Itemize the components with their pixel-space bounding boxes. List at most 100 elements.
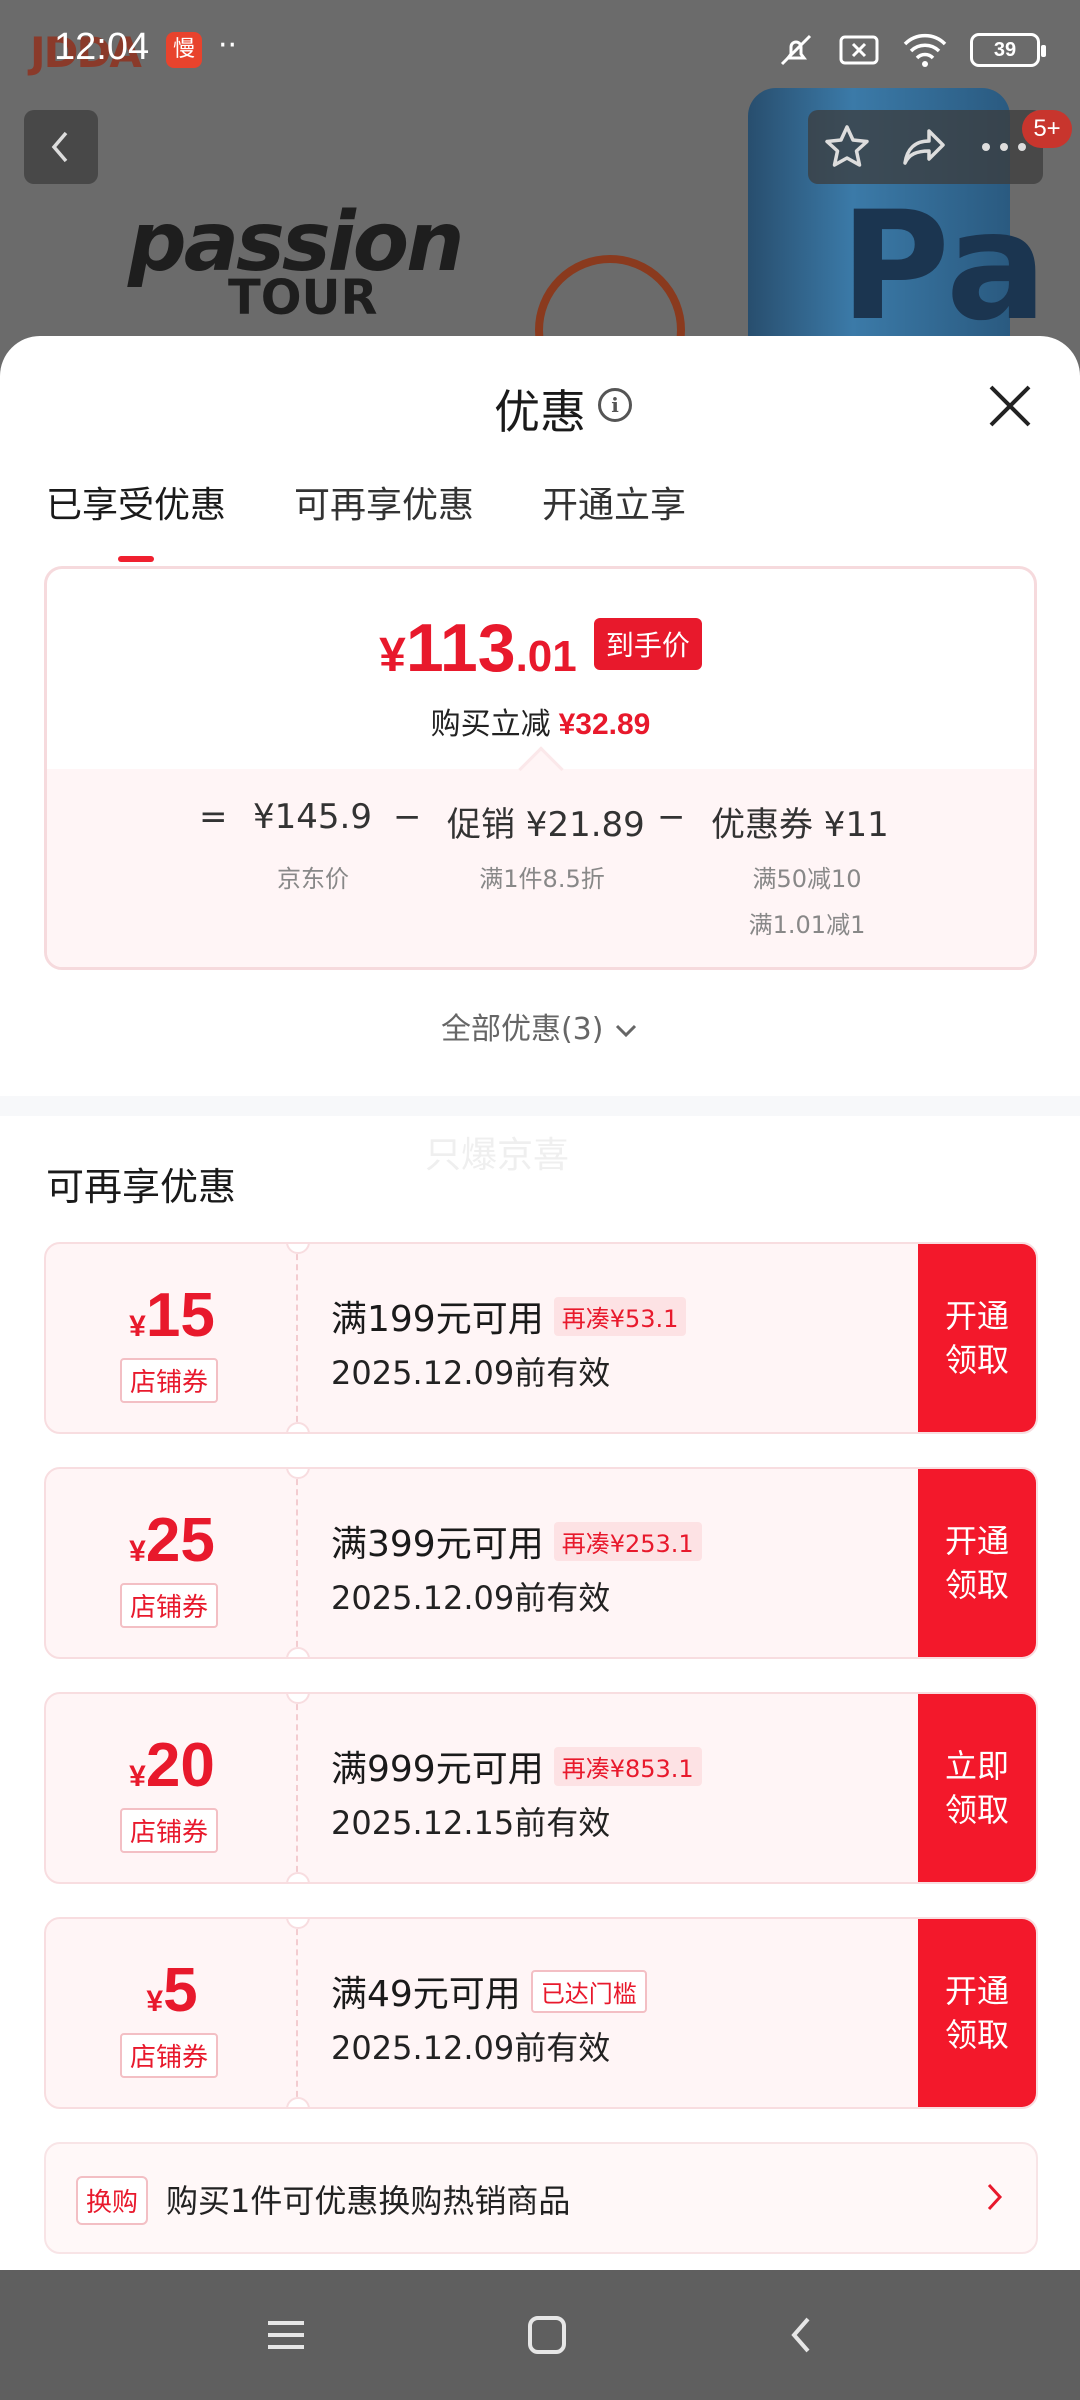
menu-nav-icon[interactable] [264,2315,308,2355]
all-offers-toggle[interactable]: 全部优惠(3) [0,1004,1080,1048]
coupon-type: 店铺券 [120,1808,219,1853]
final-price-amount: 113 [405,610,516,686]
status-icons: 39 [776,30,1046,70]
base-price-label: 京东价 [277,865,349,893]
coupon-type: 店铺券 [120,2033,219,2078]
minus-sign: − [393,797,422,837]
coupon-condition: 满49元可用 已达门槛 [331,1965,647,2017]
close-icon[interactable] [985,381,1035,431]
message-badge: 5+ [1022,110,1072,148]
minus-sign: − [657,797,686,837]
swap-text: 购买1件可优惠换购热销商品 [166,2182,571,2220]
sim-off-icon [839,35,879,65]
saving-value: ¥32.89 [558,708,651,741]
coupon-label: 满1.01减1 [748,911,866,939]
chevron-down-icon [615,1024,637,1038]
coupon-condition: 满199元可用 再凑¥53.1 [331,1290,687,1342]
coupon-number: 5 [163,1956,198,2025]
coupon-yen: ¥ [129,1760,146,1793]
coupon-extra: 已达门槛 [530,1970,647,2013]
coupon-extra: 再凑¥853.1 [553,1747,702,1786]
coupon-condition-text: 满999元可用 [331,1749,544,1790]
final-price-decimal: .01 [515,632,577,681]
coupon-amount: ¥5 [46,1955,298,2026]
coupon-condition-text: 满399元可用 [331,1524,544,1565]
coupon-notch [286,1872,310,1882]
base-price: ¥145.9 [253,797,372,837]
coupon-date: 2025.12.15前有效 [331,1804,611,1842]
product-can-text: Pa [840,180,1048,354]
more-icon[interactable] [978,137,1030,157]
home-nav-icon[interactable] [526,2314,568,2356]
coupon-card: ¥15 店铺券 满199元可用 再凑¥53.1 2025.12.09前有效 开通领… [44,1242,1038,1434]
claim-line1: 立即 [944,1747,1009,1785]
discount-sheet: 优惠 已享受优惠 可再享优惠 开通立享 ¥113.01 到手价 购买立减¥32.… [0,336,1080,2270]
coupon-notch [286,1647,310,1657]
back-nav-icon[interactable] [786,2313,816,2357]
claim-line2: 领取 [944,1566,1009,1604]
coupon-condition-text: 满199元可用 [331,1299,544,1340]
claim-line2: 领取 [944,2016,1009,2054]
equals-sign: = [199,797,228,837]
coupon-amount: ¥20 [46,1730,298,1801]
promo-label: 满1件8.5折 [479,865,605,893]
swap-tag: 换购 [76,2176,149,2225]
coupon-card: ¥25 店铺券 满399元可用 再凑¥253.1 2025.12.09前有效 开通… [44,1467,1038,1659]
back-button[interactable] [24,110,98,184]
product-image-subtext: TOUR [228,270,378,326]
status-dots: ·· [218,28,238,63]
sheet-title: 优惠 [494,385,586,439]
coupon-claim-button[interactable]: 开通 领取 [918,1919,1036,2107]
claim-line1: 开通 [944,1297,1009,1335]
coupon-number: 25 [145,1506,215,1575]
swap-offer-row[interactable]: 换购 购买1件可优惠换购热销商品 [44,2142,1038,2254]
coupon-number: 15 [145,1281,215,1350]
coupon-yen: ¥ [129,1310,146,1343]
coupon-value: 优惠券 ¥11 [711,805,889,845]
coupon-notch [286,1422,310,1432]
coupon-yen: ¥ [129,1535,146,1568]
tab-enjoyed[interactable]: 已享受优惠 [46,476,226,562]
star-icon[interactable] [821,121,873,173]
coupon-card: ¥5 店铺券 满49元可用 已达门槛 2025.12.09前有效 开通领取 [44,1917,1038,2109]
saving-label: 购买立减 [430,707,551,742]
wifi-icon [903,33,947,67]
back-icon [51,131,68,163]
status-app-icon: 慢 [166,32,202,68]
coupon-value-area: ¥15 店铺券 [46,1244,298,1432]
claim-line1: 开通 [944,1972,1009,2010]
section-title: 可再享优惠 [46,1165,237,1209]
info-icon[interactable] [598,388,632,422]
final-price-tag: 到手价 [593,618,702,670]
coupon-type: 店铺券 [120,1358,219,1403]
coupon-claim-button[interactable]: 立即 领取 [918,1694,1036,1882]
claim-line1: 开通 [944,1522,1009,1560]
share-icon[interactable] [899,121,951,173]
coupon-value-area: ¥5 店铺券 [46,1919,298,2107]
coupon-claim-button[interactable]: 开通 领取 [918,1469,1036,1657]
coupon-yen: ¥ [146,1985,164,2018]
all-offers-label: 全部优惠(3) [440,1012,604,1047]
coupon-type: 店铺券 [120,1583,219,1628]
claim-line2: 领取 [944,1791,1009,1829]
battery-icon: 39 [970,33,1046,67]
watermark: 只爆京喜 [425,1135,570,1176]
coupon-date: 2025.12.09前有效 [331,1579,611,1617]
final-price: ¥113.01 到手价 [47,609,1034,687]
coupon-claim-button[interactable]: 开通 领取 [918,1244,1036,1432]
coupon-condition-text: 满49元可用 [331,1974,521,2015]
promo-value: 促销 ¥21.89 [447,805,645,845]
header-actions [808,110,1043,184]
coupon-value-area: ¥20 店铺券 [46,1694,298,1882]
coupon-amount: ¥15 [46,1280,298,1351]
coupon-notch [286,2097,310,2107]
tab-activate[interactable]: 开通立享 [542,476,686,536]
discount-tabs: 已享受优惠 可再享优惠 开通立享 [46,476,686,562]
status-bar: 12:04 慢 ·· 39 [0,0,1080,100]
chevron-right-icon [987,2183,1003,2211]
coupon-date: 2025.12.09前有效 [331,1354,611,1392]
final-price-yen: ¥ [379,629,406,682]
coupon-date: 2025.12.09前有效 [331,2029,611,2067]
tab-more-available[interactable]: 可再享优惠 [294,476,474,536]
coupon-label: 满50减10 [752,865,862,893]
